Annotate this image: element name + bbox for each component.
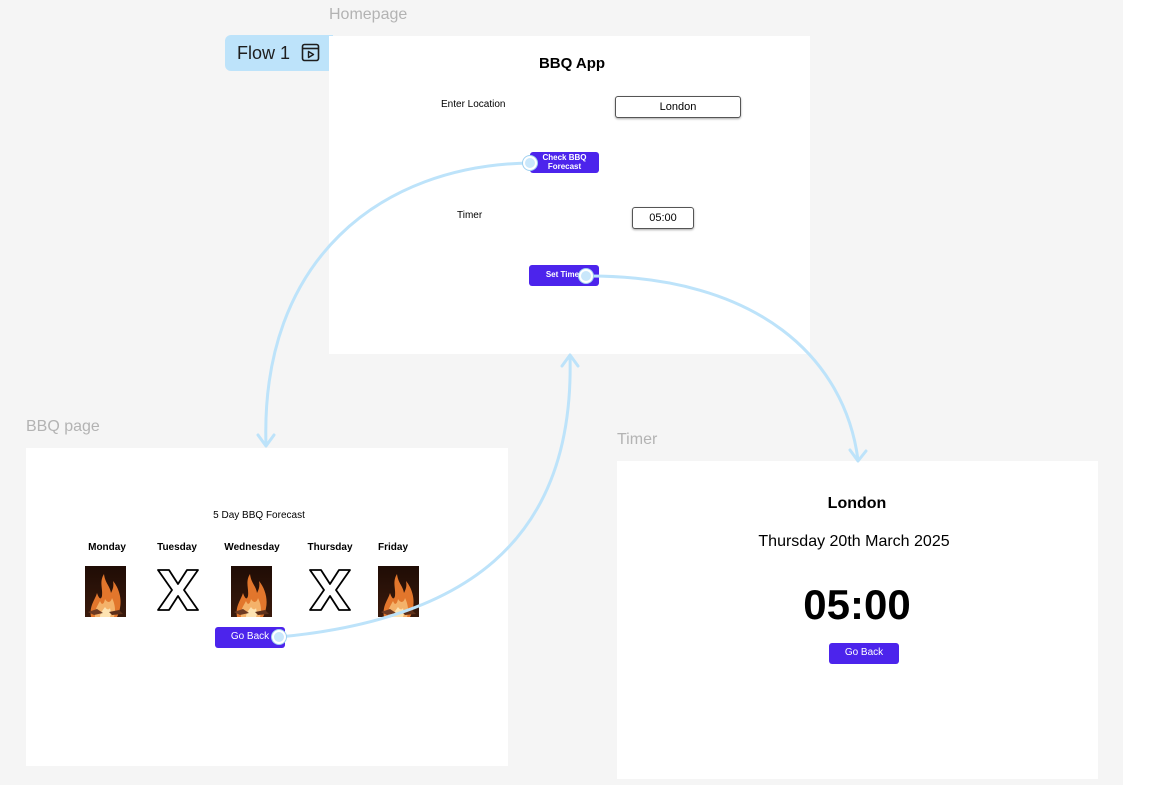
day-label-wednesday: Wednesday <box>224 542 280 553</box>
play-frame-icon <box>301 43 320 62</box>
homepage-frame: BBQ App Enter Location Check BBQ Forecas… <box>329 36 810 354</box>
fire-icon <box>85 566 126 617</box>
x-icon <box>309 569 351 611</box>
fire-icon <box>378 566 419 617</box>
flow-start-tag[interactable]: Flow 1 <box>225 35 333 71</box>
x-icon <box>157 569 199 611</box>
city-title: London <box>827 495 887 512</box>
connection-handle[interactable] <box>272 630 286 644</box>
day-label-monday: Monday <box>88 542 126 553</box>
check-forecast-button[interactable]: Check BBQ Forecast <box>530 152 599 173</box>
connection-handle[interactable] <box>523 156 537 170</box>
forecast-heading: 5 Day BBQ Forecast <box>213 510 305 521</box>
homepage-frame-label: Homepage <box>329 6 408 23</box>
timer-frame-label: Timer <box>617 431 658 448</box>
countdown-display: 05:00 <box>803 581 911 628</box>
fire-icon <box>231 566 272 617</box>
day-label-tuesday: Tuesday <box>157 542 197 553</box>
location-label: Enter Location <box>441 99 506 110</box>
timer-label: Timer <box>457 210 483 221</box>
canvas-right-edge <box>1123 0 1152 785</box>
day-label-friday: Friday <box>377 542 409 553</box>
connection-handle[interactable] <box>579 269 593 283</box>
timer-frame: London Thursday 20th March 2025 05:00 Go… <box>617 461 1098 779</box>
bbq-frame-label: BBQ page <box>26 418 100 435</box>
bbq-frame: 5 Day BBQ Forecast Monday Tuesday Wednes… <box>26 448 508 766</box>
flow-label: Flow 1 <box>237 42 291 63</box>
page-title: BBQ App <box>538 55 606 72</box>
timer-go-back-button[interactable]: Go Back <box>829 643 899 664</box>
location-input[interactable] <box>615 96 741 118</box>
day-label-thursday: Thursday <box>307 542 353 553</box>
date-text: Thursday 20th March 2025 <box>758 533 950 550</box>
timer-input[interactable] <box>632 207 694 229</box>
